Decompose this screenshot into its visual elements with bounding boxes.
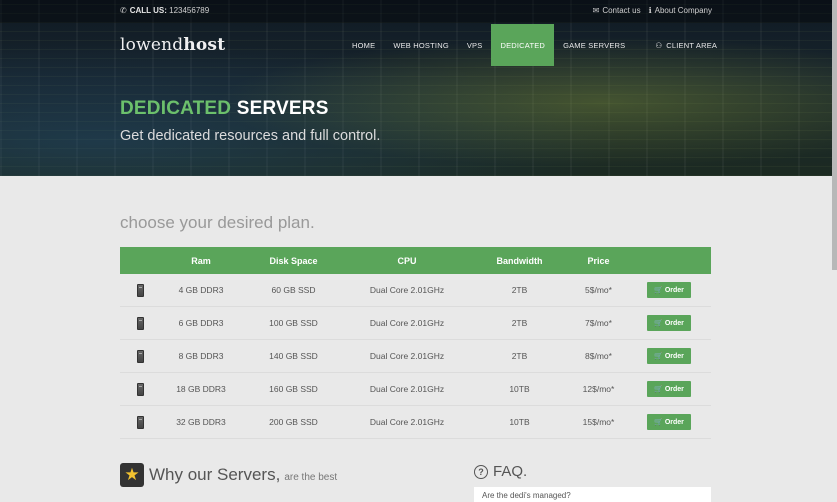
order-button[interactable]: 🛒 Order <box>647 348 691 364</box>
cell-price: 8$/mo* <box>585 351 612 361</box>
order-button[interactable]: 🛒 Order <box>647 381 691 397</box>
cell-bandwidth: 2TB <box>511 318 528 328</box>
cell-price: 12$/mo* <box>582 384 615 394</box>
cell-bandwidth: 10TB <box>509 417 530 427</box>
cell-disk: 200 GB SSD <box>269 417 318 427</box>
nav-client-area[interactable]: ⚇ CLIENT AREA <box>646 24 726 66</box>
table-header: Ram Disk Space CPU Bandwidth Price <box>120 247 711 274</box>
cell-ram: 8 GB DDR3 <box>178 351 224 361</box>
table-row: 18 GB DDR3 160 GB SSD Dual Core 2.01GHz … <box>120 373 711 406</box>
why-title: Why our Servers, <box>149 465 281 484</box>
cell-ram: 4 GB DDR3 <box>178 285 224 295</box>
cell-cpu: Dual Core 2.01GHz <box>369 351 445 361</box>
hero-subtitle: Get dedicated resources and full control… <box>120 128 381 144</box>
cell-disk: 140 GB SSD <box>269 351 318 361</box>
cell-disk: 100 GB SSD <box>269 318 318 328</box>
logo-part1: lowend <box>120 35 184 55</box>
order-button[interactable]: 🛒 Order <box>647 414 691 430</box>
faq-title: FAQ. <box>493 463 528 480</box>
header-bandwidth: Bandwidth <box>496 255 543 266</box>
info-icon: ℹ <box>648 6 652 15</box>
order-label: Order <box>664 319 684 327</box>
cell-ram: 6 GB DDR3 <box>178 318 224 328</box>
cart-icon: 🛒 <box>654 386 663 393</box>
cell-cpu: Dual Core 2.01GHz <box>369 318 445 328</box>
order-label: Order <box>664 352 684 360</box>
order-label: Order <box>664 286 684 294</box>
page-title: DEDICATED SERVERS <box>120 98 329 120</box>
table-row: 32 GB DDR3 200 GB SSD Dual Core 2.01GHz … <box>120 406 711 439</box>
hero-banner: ✆ CALL US: 123456789 ✉ Contact us ℹ About C… <box>0 0 837 176</box>
client-area-label: CLIENT AREA <box>666 40 718 50</box>
nav-vps[interactable]: VPS <box>458 24 492 66</box>
main-nav: HOME WEB HOSTING VPS DEDICATED GAME SERV… <box>343 24 726 66</box>
cell-price: 7$/mo* <box>585 318 612 328</box>
cart-icon: 🛒 <box>654 353 663 360</box>
plans-table: Ram Disk Space CPU Bandwidth Price 4 GB … <box>120 247 711 439</box>
cell-price: 15$/mo* <box>582 417 615 427</box>
header-cpu: CPU <box>397 255 417 266</box>
header-ram: Ram <box>191 255 211 266</box>
cart-icon: 🛒 <box>654 419 663 426</box>
logo[interactable]: lowendhost <box>120 35 225 55</box>
top-bar: ✆ CALL US: 123456789 ✉ Contact us ℹ About C… <box>0 0 837 23</box>
faq-heading: ? FAQ. <box>474 463 527 480</box>
contact-label: Contact us <box>602 6 641 15</box>
cell-price: 5$/mo* <box>585 285 612 295</box>
table-row: 8 GB DDR3 140 GB SSD Dual Core 2.01GHz 2… <box>120 340 711 373</box>
envelope-icon: ✉ <box>592 6 600 15</box>
nav-game-servers[interactable]: GAME SERVERS <box>554 24 634 66</box>
why-subtitle: are the best <box>284 472 338 483</box>
title-green: DEDICATED <box>120 98 232 119</box>
call-us: ✆ CALL US: 123456789 <box>120 6 209 15</box>
about-link[interactable]: ℹ About Company <box>649 6 712 15</box>
order-label: Order <box>664 385 684 393</box>
server-icon <box>136 316 144 330</box>
title-white: SERVERS <box>236 98 329 119</box>
about-label: About Company <box>654 6 712 15</box>
server-icon <box>136 415 144 429</box>
faq-item[interactable]: Are the dedi's managed? <box>474 487 711 502</box>
order-button[interactable]: 🛒 Order <box>647 282 691 298</box>
cell-disk: 160 GB SSD <box>269 384 318 394</box>
cell-cpu: Dual Core 2.01GHz <box>369 384 445 394</box>
cell-cpu: Dual Core 2.01GHz <box>369 417 445 427</box>
table-row: 6 GB DDR3 100 GB SSD Dual Core 2.01GHz 2… <box>120 307 711 340</box>
plans-title: choose your desired plan. <box>120 213 315 232</box>
phone-icon: ✆ <box>120 6 127 15</box>
cart-icon: 🛒 <box>654 287 663 294</box>
faq-question: Are the dedi's managed? <box>482 491 571 500</box>
nav-web-hosting[interactable]: WEB HOSTING <box>384 24 458 66</box>
order-label: Order <box>664 418 684 426</box>
logo-part2: host <box>183 35 226 55</box>
table-row: 4 GB DDR3 60 GB SSD Dual Core 2.01GHz 2T… <box>120 274 711 307</box>
user-icon: ⚇ <box>655 40 663 50</box>
nav-dedicated[interactable]: DEDICATED <box>491 24 555 66</box>
header-price: Price <box>587 255 610 266</box>
server-icon <box>136 283 144 297</box>
order-button[interactable]: 🛒 Order <box>647 315 691 331</box>
cell-bandwidth: 2TB <box>511 285 528 295</box>
cell-ram: 18 GB DDR3 <box>176 384 226 394</box>
question-icon: ? <box>474 464 488 479</box>
contact-link[interactable]: ✉ Contact us <box>593 6 641 15</box>
server-icon <box>136 349 144 363</box>
why-section-heading: ★ Why our Servers, are the best <box>120 463 337 487</box>
cell-bandwidth: 2TB <box>511 351 528 361</box>
phone-number: 123456789 <box>169 6 210 15</box>
scrollbar[interactable] <box>832 0 837 270</box>
server-icon <box>136 382 144 396</box>
call-label: CALL US: <box>129 6 167 15</box>
cart-icon: 🛒 <box>654 320 663 327</box>
cell-bandwidth: 10TB <box>509 384 530 394</box>
cell-disk: 60 GB SSD <box>271 285 316 295</box>
cell-ram: 32 GB DDR3 <box>176 417 226 427</box>
star-icon: ★ <box>120 463 144 487</box>
header-disk: Disk Space <box>269 255 318 266</box>
cell-cpu: Dual Core 2.01GHz <box>369 285 445 295</box>
nav-home[interactable]: HOME <box>343 24 384 66</box>
